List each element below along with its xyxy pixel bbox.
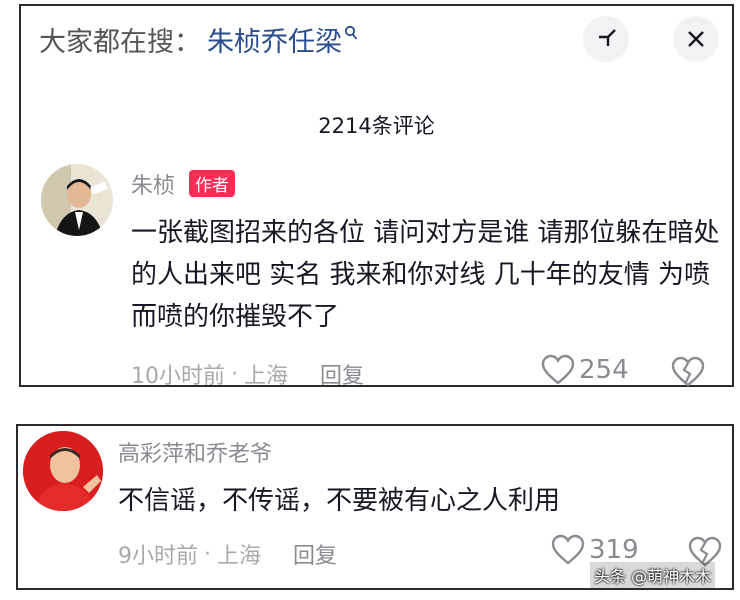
separator-dot: · xyxy=(231,361,238,387)
comment-username[interactable]: 高彩萍和乔老爷 xyxy=(118,436,272,468)
avatar[interactable] xyxy=(41,164,113,236)
reply-button[interactable]: 回复 xyxy=(320,358,364,390)
close-icon xyxy=(688,31,704,47)
like-button[interactable]: 254 xyxy=(541,354,629,386)
comment-text: 一张截图招来的各位 请问对方是谁 请那位躲在暗处的人出来吧 实名 我来和你对线 … xyxy=(131,218,720,332)
comment-meta: 10小时前 · 上海 回复 xyxy=(131,358,364,390)
minimize-icon xyxy=(599,29,616,46)
broken-heart-icon[interactable] xyxy=(671,356,705,388)
avatar-image xyxy=(41,164,113,236)
reply-button[interactable]: 回复 xyxy=(293,538,337,570)
like-count: 254 xyxy=(579,355,629,385)
separator-dot: · xyxy=(204,541,211,567)
comment-meta: 9小时前 · 上海 回复 xyxy=(118,538,337,570)
comment-location: 上海 xyxy=(217,544,262,569)
avatar[interactable] xyxy=(23,431,103,511)
search-prefix: 大家都在搜： xyxy=(39,26,201,58)
comment-location: 上海 xyxy=(244,364,289,389)
comment-count-title: 2214条评论 xyxy=(318,114,435,138)
avatar-image xyxy=(23,431,103,511)
comment-username[interactable]: 朱桢 xyxy=(131,168,175,200)
search-icon xyxy=(344,25,358,40)
author-badge: 作者 xyxy=(189,170,235,197)
comment-time: 9小时前 xyxy=(118,544,198,569)
close-button[interactable] xyxy=(673,16,719,62)
search-term-link[interactable]: 朱桢乔任梁 xyxy=(207,20,342,59)
comment-panel-author: 大家都在搜： 朱桢乔任梁 2214条评论 朱桢 作者 一张截图招来的各位 请问对… xyxy=(19,4,734,390)
search-suggestion[interactable]: 大家都在搜： 朱桢乔任梁 xyxy=(39,16,358,62)
minimize-button[interactable] xyxy=(583,16,629,62)
comment-text: 不信谣，不传谣，不要被有心之人利用 xyxy=(118,486,561,516)
like-count: 319 xyxy=(589,535,639,565)
watermark: 头条 @萌神木木 xyxy=(590,562,716,588)
heart-icon xyxy=(541,354,575,385)
comment-time: 10小时前 xyxy=(131,364,225,389)
heart-icon xyxy=(551,534,585,565)
